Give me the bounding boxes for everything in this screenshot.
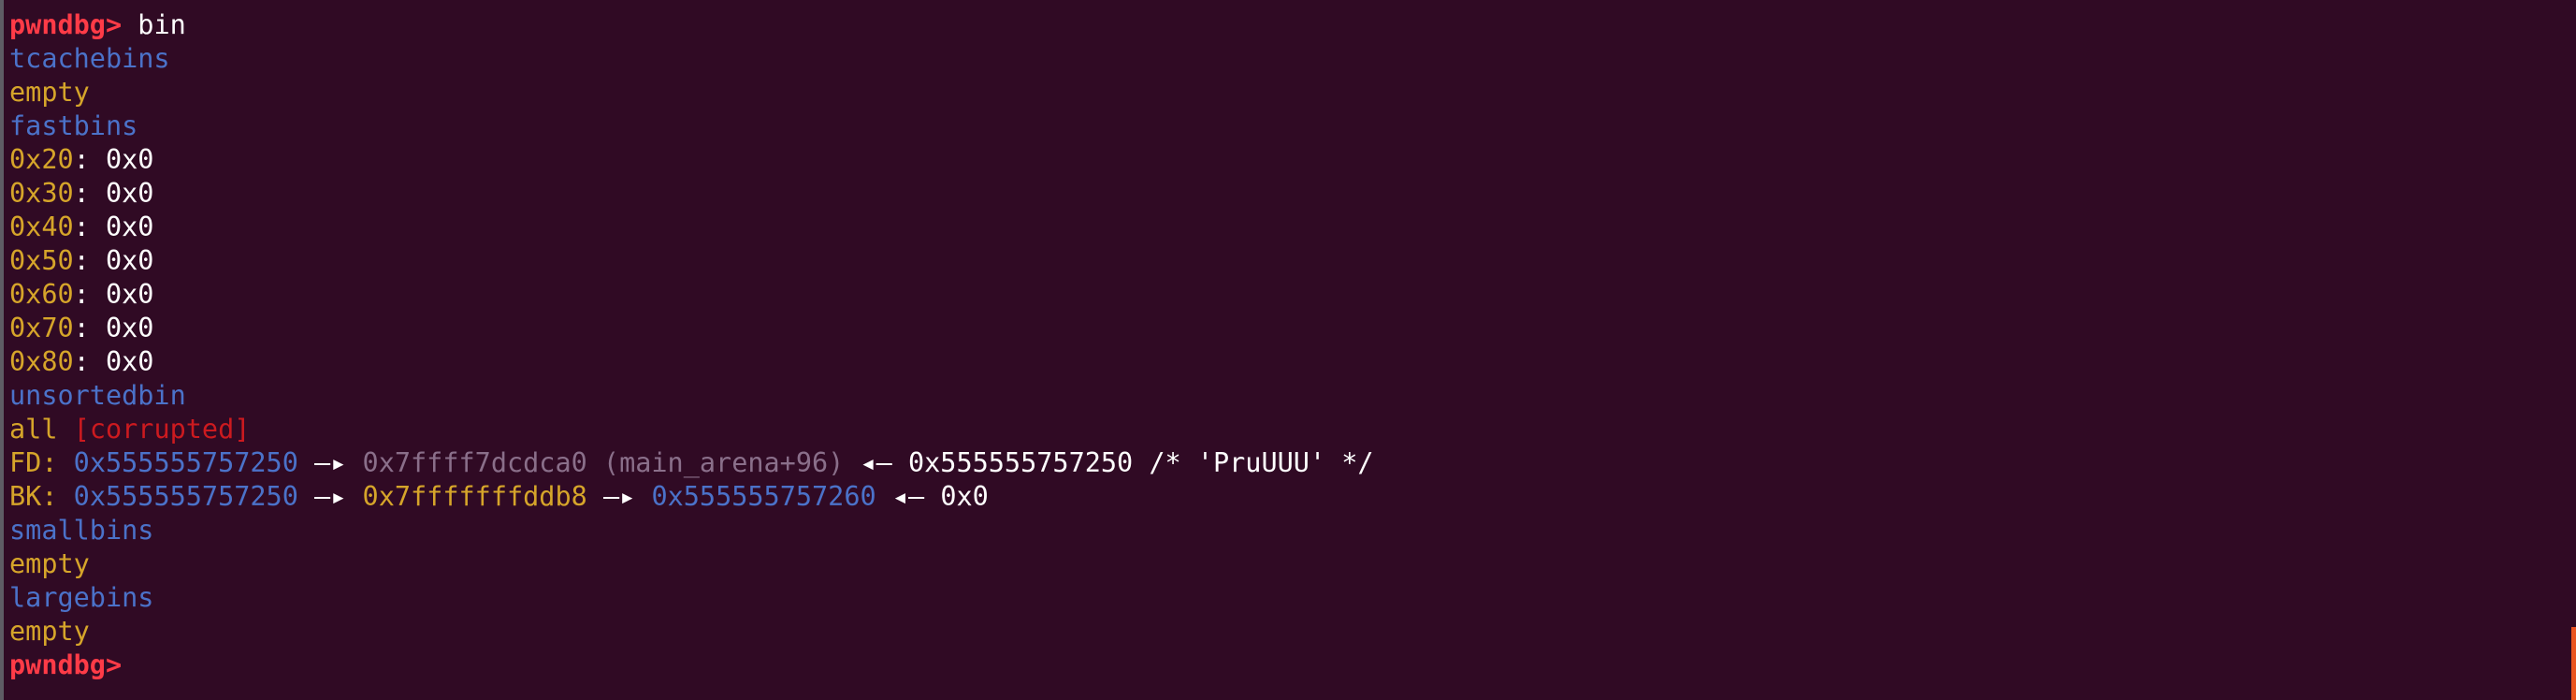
terminal-window[interactable]: pwndbg> bin tcachebins empty fastbins 0x… [0, 0, 2576, 700]
unsortedbin-all-label: all [9, 414, 58, 445]
fastbin-entry: 0x70: 0x0 [9, 313, 154, 343]
fastbin-value: 0x0 [105, 245, 154, 276]
fastbin-value: 0x0 [105, 313, 154, 343]
fastbin-size: 0x50 [9, 245, 74, 276]
fastbin-size: 0x40 [9, 211, 74, 242]
fd-value: 0x555555757250 /* 'PruUUU' */ [907, 447, 1374, 478]
tcachebins-header: tcachebins [9, 43, 170, 74]
fastbin-entry: 0x40: 0x0 [9, 211, 154, 242]
fastbins-header: fastbins [9, 110, 138, 141]
fastbin-size: 0x30 [9, 178, 74, 209]
prompt: pwndbg> [9, 9, 123, 40]
fastbin-entry: 0x20: 0x0 [9, 144, 154, 175]
fastbin-value: 0x0 [105, 144, 154, 175]
largebins-header: largebins [9, 582, 154, 613]
smallbins-header: smallbins [9, 515, 154, 546]
corrupted-badge: [corrupted] [73, 414, 251, 445]
fastbin-size: 0x70 [9, 313, 74, 343]
unsortedbin-all: all [corrupted] [9, 413, 2576, 446]
arrow-right-icon: —▸ [602, 481, 636, 512]
fastbin-entry: 0x30: 0x0 [9, 178, 154, 209]
fastbin-value: 0x0 [105, 211, 154, 242]
fastbin-entry: 0x60: 0x0 [9, 279, 154, 310]
bk-label: BK: [9, 481, 58, 512]
window-left-border [0, 0, 4, 700]
arrow-left-icon: ◂— [891, 481, 925, 512]
fastbin-entry: 0x80: 0x0 [9, 346, 154, 377]
arrow-right-icon: —▸ [314, 447, 347, 478]
bk-address: 0x555555757250 [73, 481, 298, 512]
arrow-left-icon: ◂— [860, 447, 892, 478]
fastbin-value: 0x0 [105, 346, 154, 377]
fd-address: 0x555555757250 [73, 447, 298, 478]
fastbin-value: 0x0 [105, 178, 154, 209]
largebins-status: empty [9, 616, 90, 647]
fd-label: FD: [9, 447, 58, 478]
fastbin-size: 0x60 [9, 279, 74, 310]
fastbin-value: 0x0 [105, 279, 154, 310]
fastbin-size: 0x80 [9, 346, 74, 377]
prompt: pwndbg> [9, 649, 123, 680]
fd-line: FD: 0x555555757250 —▸ 0x7ffff7dcdca0 (ma… [9, 446, 2576, 480]
command-text: bin [137, 9, 186, 40]
command-line: pwndbg> bin [9, 8, 2576, 42]
arrow-right-icon: —▸ [314, 481, 347, 512]
bk-line: BK: 0x555555757250 —▸ 0x7fffffffddb8 —▸ … [9, 480, 2576, 514]
bk-next2: 0x555555757260 [651, 481, 876, 512]
scrollbar-thumb[interactable] [2571, 627, 2576, 700]
fastbin-size: 0x20 [9, 144, 74, 175]
bk-value: 0x0 [940, 481, 989, 512]
tcachebins-status: empty [9, 77, 90, 108]
bk-next: 0x7fffffffddb8 [362, 481, 587, 512]
unsortedbin-header: unsortedbin [9, 380, 186, 411]
fd-next: 0x7ffff7dcdca0 (main_arena+96) [362, 447, 845, 478]
prompt-line[interactable]: pwndbg> [9, 649, 2576, 682]
smallbins-status: empty [9, 548, 90, 579]
fastbin-entry: 0x50: 0x0 [9, 245, 154, 276]
